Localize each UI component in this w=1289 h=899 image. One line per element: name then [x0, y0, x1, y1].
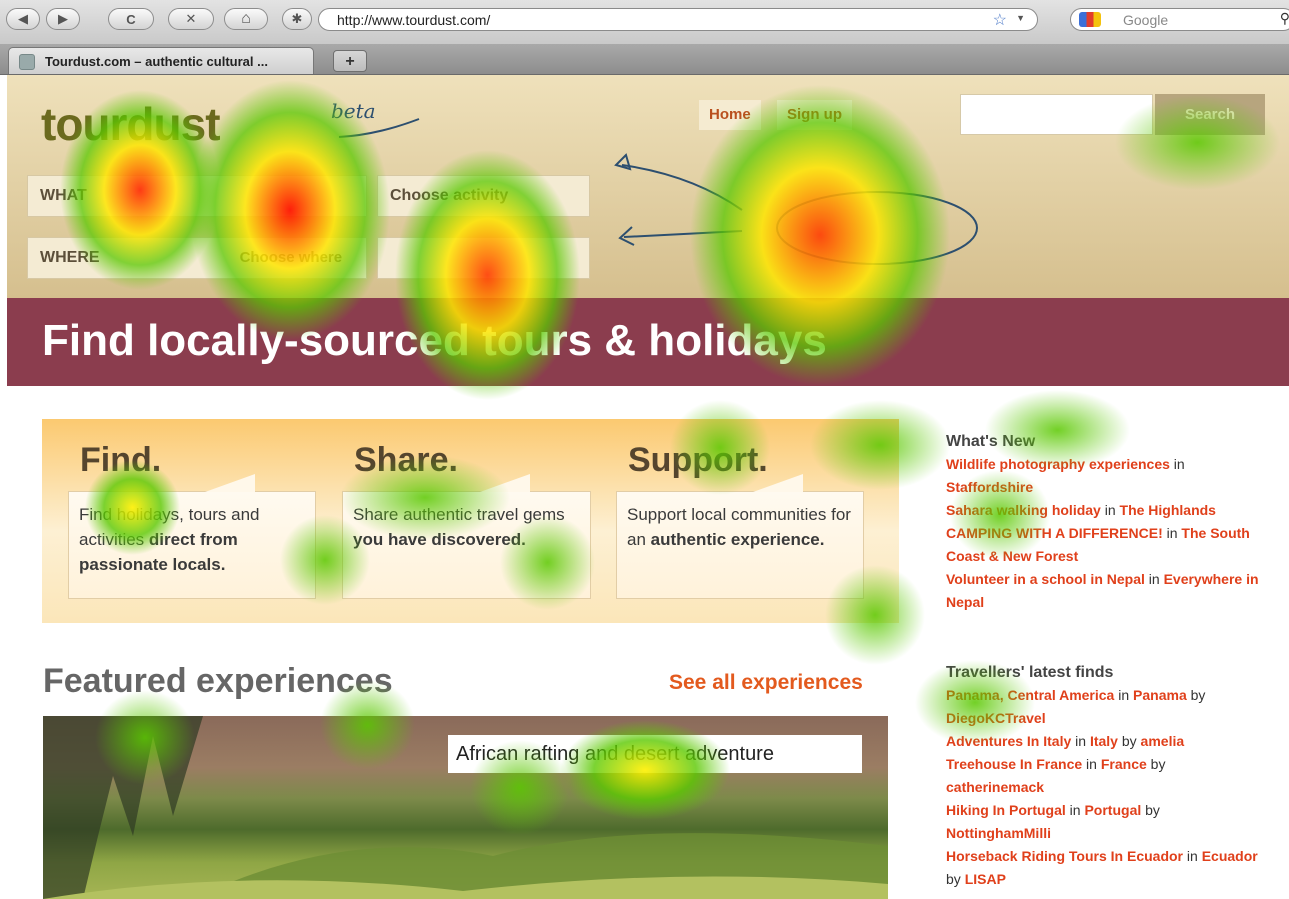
back-icon: ◀	[18, 11, 28, 26]
hero-title: Find locally-sourced tours & holidays	[42, 316, 827, 365]
reload-button[interactable]: C	[108, 8, 154, 30]
find-link[interactable]: Treehouse In France	[946, 756, 1082, 772]
tab-tourdust[interactable]: Tourdust.com – authentic cultural ...	[8, 47, 314, 74]
promo-panel: Find. Find holidays, tours and activitie…	[42, 419, 899, 623]
beta-underline-icon	[338, 118, 420, 138]
what-row: WHAT	[27, 175, 367, 217]
site-header: tourdust beta Home Sign up Search WHAT C…	[7, 75, 1289, 298]
hero-banner: Find locally-sourced tours & holidays	[7, 298, 1289, 386]
experience-link[interactable]: Wildlife photography experiences	[946, 456, 1170, 472]
support-heading: Support.	[628, 441, 768, 479]
place-link[interactable]: Panama	[1133, 687, 1187, 703]
search-icon[interactable]: ⚲	[1280, 10, 1289, 27]
find-link[interactable]: Panama, Central America	[946, 687, 1114, 703]
travellers-title: Travellers' latest finds	[946, 664, 1114, 681]
place-link[interactable]: Ecuador	[1202, 848, 1258, 864]
list-item: Volunteer in a school in Nepal in Everyw…	[946, 571, 1259, 610]
place-link[interactable]: France	[1101, 756, 1147, 772]
where-select[interactable]	[377, 237, 590, 279]
place-link[interactable]: Staffordshire	[946, 479, 1033, 495]
list-item: Sahara walking holiday in The Highlands	[946, 502, 1216, 518]
featured-caption[interactable]: African rafting and desert adventure	[448, 735, 862, 773]
where-row: WHERE Choose where	[27, 237, 367, 279]
find-heading: Find.	[80, 441, 162, 479]
site-search-input[interactable]	[960, 94, 1153, 135]
stop-button[interactable]: ✕	[168, 8, 214, 30]
see-all-link[interactable]: See all experiences	[669, 671, 863, 695]
user-link[interactable]: amelia	[1141, 733, 1185, 749]
stop-icon: ✕	[185, 11, 197, 26]
favicon-icon	[19, 54, 35, 70]
nav-home[interactable]: Home	[699, 100, 761, 130]
back-button[interactable]: ◀	[6, 8, 40, 30]
place-link[interactable]: Portugal	[1084, 802, 1141, 818]
find-box: Find holidays, tours and activities dire…	[68, 474, 316, 599]
search-engine-box[interactable]: Google ⚲	[1070, 8, 1289, 31]
new-tab-button[interactable]: +	[333, 50, 367, 72]
forward-button[interactable]: ▶	[46, 8, 80, 30]
support-text-bold: authentic experience.	[650, 530, 825, 549]
support-box: Support local communities for an authent…	[616, 474, 864, 599]
user-link[interactable]: NottinghamMilli	[946, 825, 1051, 841]
whats-new-section: What's New Wildlife photography experien…	[946, 431, 1261, 614]
list-item: Adventures In Italy in Italy by amelia	[946, 733, 1185, 749]
experience-link[interactable]: Volunteer in a school in Nepal	[946, 571, 1145, 587]
list-item: Panama, Central America in Panama by Die…	[946, 687, 1206, 726]
travellers-section: Travellers' latest finds Panama, Central…	[946, 662, 1261, 891]
url-bar[interactable]: http://www.tourdust.com/ ☆ ▼	[318, 8, 1038, 31]
list-item: Hiking In Portugal in Portugal by Nottin…	[946, 802, 1160, 841]
reload-icon: C	[126, 11, 136, 27]
bookmark-site-button[interactable]: ✱	[282, 8, 312, 30]
nav-signup[interactable]: Sign up	[777, 100, 852, 130]
home-button[interactable]: ⌂	[224, 8, 268, 30]
user-link[interactable]: DiegoKCTravel	[946, 710, 1046, 726]
share-box: Share authentic travel gems you have dis…	[342, 474, 591, 599]
browser-toolbar: ◀ ▶ C ✕ ⌂ ✱ http://www.tourdust.com/ ☆ ▼…	[0, 0, 1289, 45]
experience-link[interactable]: Sahara walking holiday	[946, 502, 1101, 518]
activity-placeholder: Choose activity	[390, 187, 509, 204]
site-logo[interactable]: tourdust	[41, 97, 221, 151]
site-search-button[interactable]: Search	[1155, 94, 1265, 135]
where-label: WHERE	[40, 249, 100, 266]
share-text-bold: you have discovered.	[353, 530, 526, 549]
doodle-arrows-icon	[614, 153, 978, 265]
list-item: Wildlife photography experiences in Staf…	[946, 456, 1185, 495]
where-placeholder: Choose where	[239, 249, 343, 266]
user-link[interactable]: LISAP	[965, 871, 1006, 887]
list-item: CAMPING WITH A DIFFERENCE! in The South …	[946, 525, 1250, 564]
list-item: Horseback Riding Tours In Ecuador in Ecu…	[946, 848, 1258, 887]
what-label: WHAT	[40, 187, 87, 204]
bookmark-star-icon[interactable]: ☆	[993, 10, 1007, 30]
featured-title: Featured experiences	[43, 662, 393, 700]
activity-select[interactable]: Choose activity	[377, 175, 590, 217]
forward-icon: ▶	[58, 11, 68, 26]
featured-photo[interactable]: African rafting and desert adventure	[43, 716, 888, 899]
share-text: Share authentic travel gems	[353, 505, 565, 524]
find-link[interactable]: Hiking In Portugal	[946, 802, 1066, 818]
home-icon: ⌂	[241, 10, 251, 27]
user-link[interactable]: catherinemack	[946, 779, 1044, 795]
place-link[interactable]: The Highlands	[1120, 502, 1216, 518]
find-link[interactable]: Adventures In Italy	[946, 733, 1071, 749]
tab-title: Tourdust.com – authentic cultural ...	[45, 54, 268, 69]
search-placeholder: Google	[1123, 12, 1169, 28]
experience-link[interactable]: CAMPING WITH A DIFFERENCE!	[946, 525, 1163, 541]
google-icon[interactable]	[1079, 12, 1101, 27]
list-item: Treehouse In France in France by catheri…	[946, 756, 1166, 795]
share-heading: Share.	[354, 441, 458, 479]
tab-strip: Tourdust.com – authentic cultural ... +	[0, 44, 1289, 75]
whats-new-title: What's New	[946, 433, 1036, 450]
url-dropdown-icon[interactable]: ▼	[1016, 13, 1025, 23]
url-text: http://www.tourdust.com/	[337, 12, 491, 28]
place-link[interactable]: Italy	[1090, 733, 1118, 749]
find-link[interactable]: Horseback Riding Tours In Ecuador	[946, 848, 1183, 864]
site-icon: ✱	[291, 11, 303, 26]
